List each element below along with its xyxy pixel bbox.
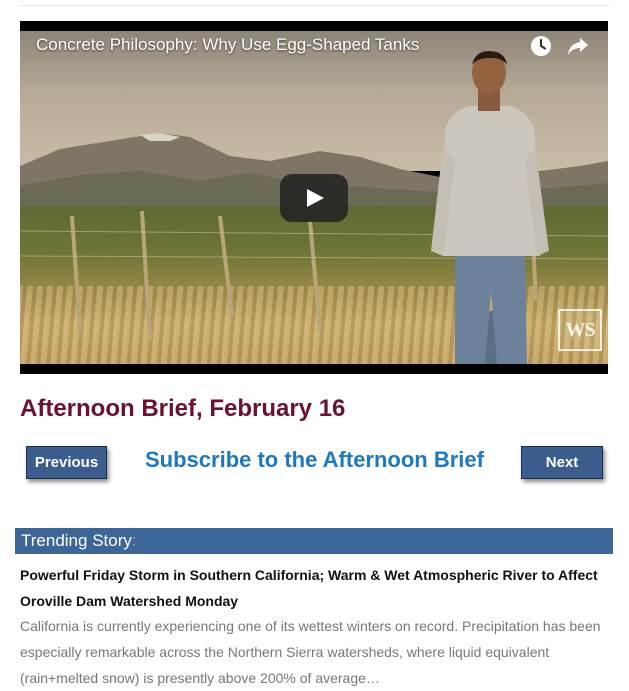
play-button[interactable] (280, 174, 348, 222)
clock-icon[interactable] (530, 35, 552, 57)
trending-label-text: Trending Story (21, 531, 132, 550)
page-title: Afternoon Brief, February 16 (20, 395, 346, 422)
ws-watermark-logo: WS (558, 309, 602, 351)
trending-story-label: Trending Story: (21, 531, 137, 551)
video-presenter (431, 51, 549, 364)
story-headline-link[interactable]: Powerful Friday Storm in Southern Califo… (20, 562, 610, 614)
play-icon (307, 189, 324, 207)
next-button[interactable]: Next (521, 446, 603, 479)
trending-story-header: Trending Story: (15, 528, 613, 554)
subscribe-link[interactable]: Subscribe to the Afternoon Brief (145, 447, 484, 473)
previous-button[interactable]: Previous (26, 446, 107, 479)
story-excerpt: California is currently experiencing one… (20, 618, 601, 686)
video-title[interactable]: Concrete Philosophy: Why Use Egg-Shaped … (36, 35, 419, 55)
top-divider (20, 5, 609, 6)
trending-separator: : (131, 531, 137, 550)
video-player[interactable]: Concrete Philosophy: Why Use Egg-Shaped … (20, 21, 608, 374)
share-icon[interactable] (567, 35, 589, 57)
